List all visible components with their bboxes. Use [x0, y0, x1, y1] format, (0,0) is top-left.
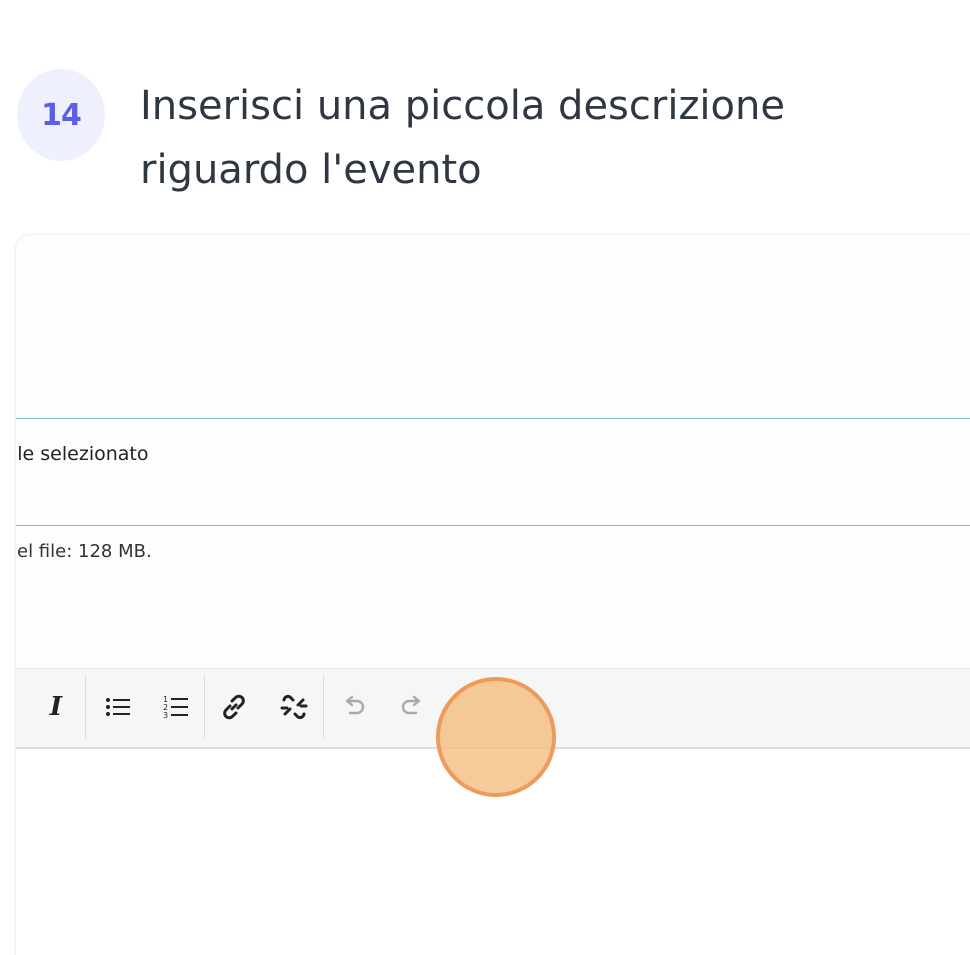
italic-button[interactable]: I — [36, 687, 76, 727]
svg-text:3: 3 — [163, 711, 168, 720]
undo-button[interactable] — [334, 687, 374, 727]
step-badge: 14 — [17, 69, 105, 161]
step-number: 14 — [41, 97, 82, 133]
toolbar-separator — [323, 675, 324, 739]
unlink-button[interactable] — [274, 687, 314, 727]
toolbar-separator — [204, 675, 205, 739]
italic-icon: I — [49, 692, 63, 722]
redo-icon — [401, 695, 421, 715]
bullet-list-icon — [106, 698, 130, 716]
bullet-list-button[interactable] — [98, 687, 138, 727]
divider-top — [16, 418, 970, 419]
file-size-limit-text: lel file: 128 MB. — [15, 541, 152, 562]
unlink-icon — [280, 694, 308, 720]
link-button[interactable] — [214, 687, 254, 727]
undo-icon — [345, 695, 365, 715]
numbered-list-button[interactable]: 1 2 3 — [156, 687, 196, 727]
toolbar-separator — [85, 675, 86, 739]
link-icon — [223, 694, 245, 720]
divider-bottom — [16, 525, 970, 526]
step-title: Inserisci una piccola descrizione riguar… — [140, 83, 785, 193]
click-indicator — [436, 677, 556, 797]
file-status-text: ile selezionato — [15, 443, 149, 465]
redo-button[interactable] — [392, 687, 432, 727]
form-screenshot: ile selezionato lel file: 128 MB. I 1 2 … — [15, 234, 970, 955]
numbered-list-icon: 1 2 3 — [163, 695, 188, 720]
